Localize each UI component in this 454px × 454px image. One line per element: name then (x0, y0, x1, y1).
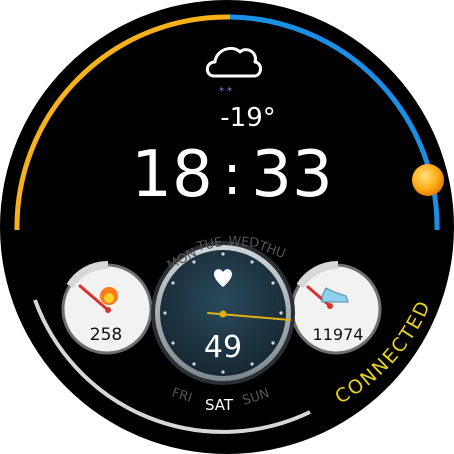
time-minutes: 33 (251, 138, 332, 212)
steps-gauge[interactable]: 11974 (290, 260, 382, 355)
calories-value: 258 (90, 325, 122, 345)
temperature-text: -19° (220, 103, 275, 133)
calories-gauge[interactable]: 258 (61, 260, 153, 355)
face-background (0, 0, 454, 454)
flame-icon (100, 287, 118, 305)
watch-face: * * -19° 18 : 33 258 11974 49 MON TUE WE… (0, 0, 454, 454)
snow-dot: * * (219, 86, 232, 97)
sun-icon (412, 164, 444, 196)
time-hours: 18 (131, 138, 212, 212)
time-separator: : (223, 143, 242, 208)
weekday-wed: WED (228, 234, 260, 251)
weekday-sat-current: SAT (205, 396, 234, 414)
steps-value: 11974 (313, 325, 364, 344)
heart-rate-value: 49 (204, 330, 242, 365)
watch-face-canvas: * * -19° 18 : 33 258 11974 49 MON TUE WE… (0, 0, 454, 454)
